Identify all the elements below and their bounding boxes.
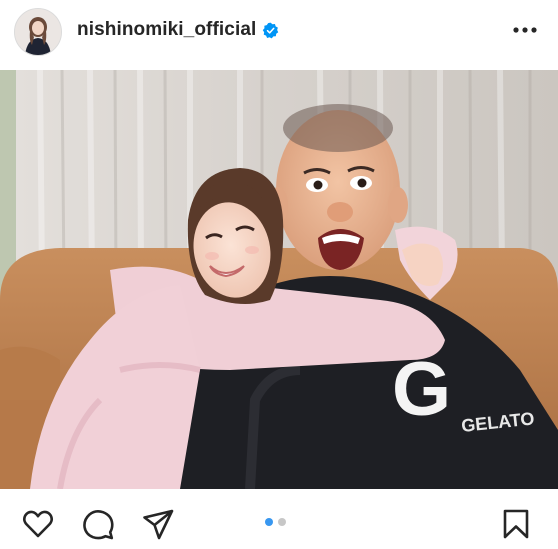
carousel-indicator <box>265 518 286 526</box>
carousel-dot <box>278 518 286 526</box>
username-row: nishinomiki_official <box>77 18 279 42</box>
bookmark-icon[interactable] <box>500 508 532 540</box>
avatar-image <box>15 9 61 55</box>
heart-icon[interactable] <box>22 508 54 540</box>
photo-two-people-hugging-on-sofa: G GELATO <box>0 70 558 489</box>
more-options-icon[interactable] <box>512 20 538 40</box>
action-bar <box>0 494 558 549</box>
post-photo[interactable]: G GELATO <box>0 70 558 489</box>
comment-icon[interactable] <box>82 508 114 540</box>
post-header: nishinomiki_official <box>0 0 558 62</box>
verified-badge-icon <box>263 22 279 38</box>
username[interactable]: nishinomiki_official <box>77 19 256 41</box>
avatar[interactable] <box>14 8 62 56</box>
instagram-post: nishinomiki_official G GELATO <box>0 0 558 549</box>
carousel-dot-active <box>265 518 273 526</box>
share-icon[interactable] <box>142 508 174 540</box>
